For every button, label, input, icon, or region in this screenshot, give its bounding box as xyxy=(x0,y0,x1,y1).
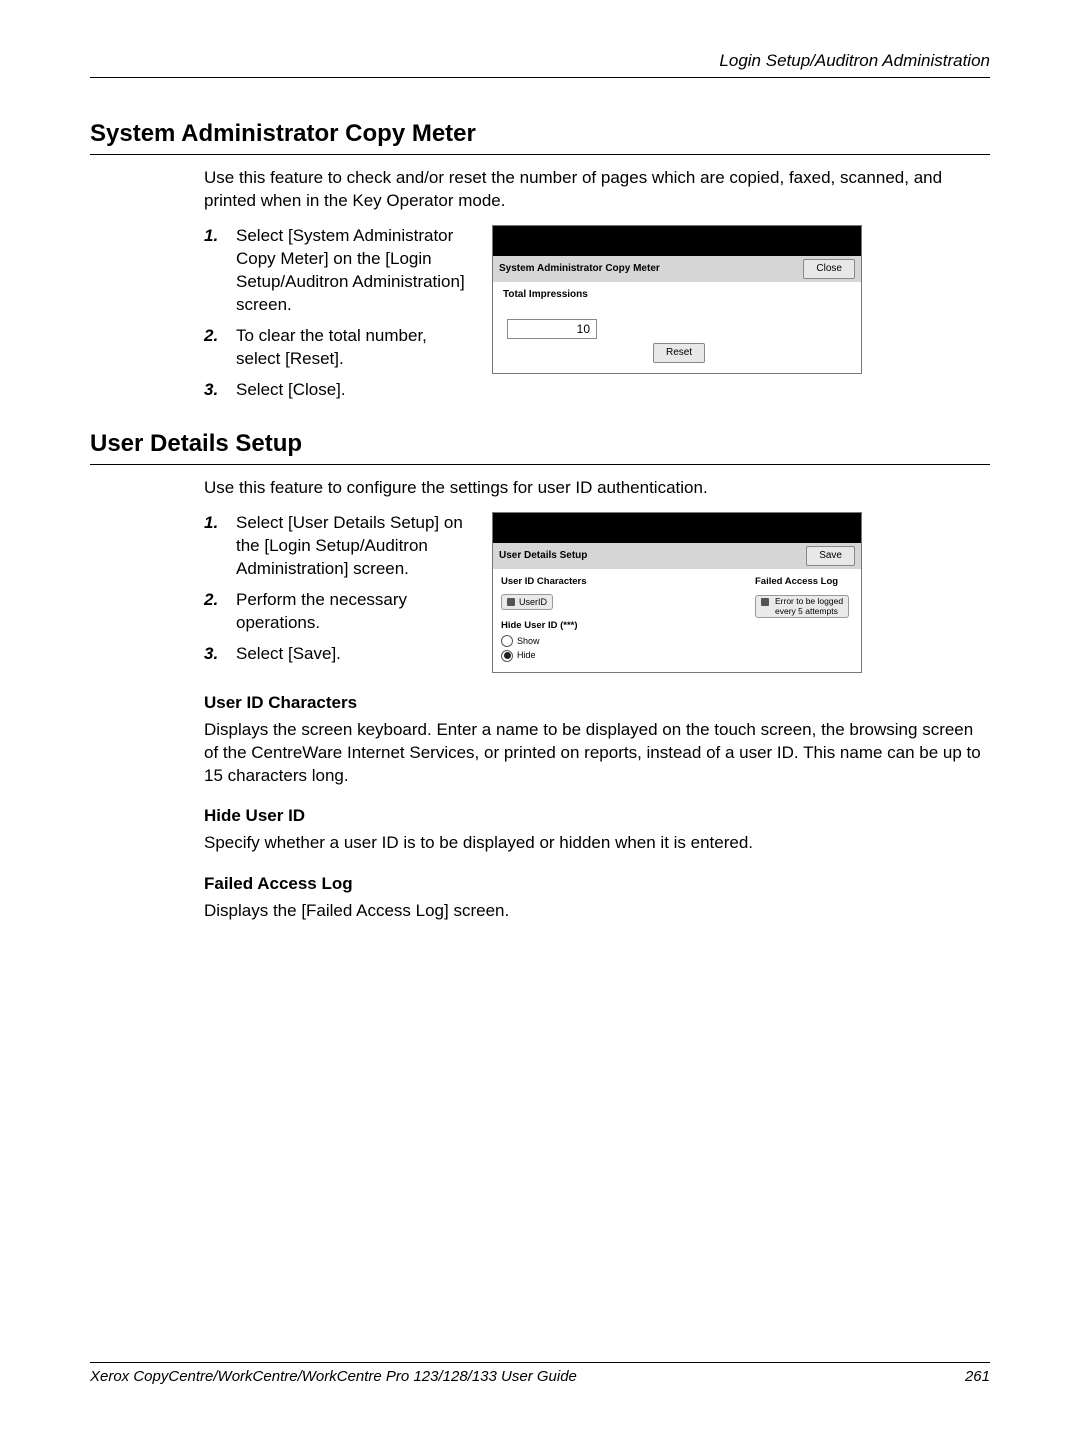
radio-hide-label: Hide xyxy=(517,649,536,661)
radio-icon xyxy=(501,635,513,647)
section1-step-1: Select [System Administrator Copy Meter]… xyxy=(204,225,474,317)
failed-access-log-label: Failed Access Log xyxy=(755,576,855,589)
userid-button[interactable]: UserID xyxy=(501,594,553,610)
body-fal: Displays the [Failed Access Log] screen. xyxy=(204,900,990,923)
section2-step-3: Select [Save]. xyxy=(204,643,474,666)
subheading-hide: Hide User ID xyxy=(204,805,990,828)
screenshot-title-2: User Details Setup xyxy=(499,549,587,563)
section2-steps: Select [User Details Setup] on the [Logi… xyxy=(204,512,474,666)
failed-access-button[interactable]: Error to be logged every 5 attempts xyxy=(755,595,849,618)
screenshot-topbar xyxy=(493,226,861,256)
square-icon xyxy=(507,598,515,606)
screenshot-user-details: User Details Setup Save User ID Characte… xyxy=(492,512,862,672)
radio-hide[interactable]: Hide xyxy=(501,649,747,661)
section2-intro: Use this feature to configure the settin… xyxy=(204,477,990,500)
page-footer: Xerox CopyCentre/WorkCentre/WorkCentre P… xyxy=(90,1362,990,1387)
screenshot-topbar-2 xyxy=(493,513,861,543)
userid-button-label: UserID xyxy=(519,596,547,608)
footer-page-number: 261 xyxy=(965,1367,990,1387)
square-icon-2 xyxy=(761,598,769,606)
section1-step-3: Select [Close]. xyxy=(204,379,474,402)
radio-show-label: Show xyxy=(517,635,540,647)
save-button[interactable]: Save xyxy=(806,546,855,566)
screenshot-title: System Administrator Copy Meter xyxy=(499,262,660,276)
section1-step-2: To clear the total number, select [Reset… xyxy=(204,325,474,371)
section1-intro: Use this feature to check and/or reset t… xyxy=(204,167,990,213)
section2-step-2: Perform the necessary operations. xyxy=(204,589,474,635)
screenshot-copy-meter: System Administrator Copy Meter Close To… xyxy=(492,225,862,374)
close-button[interactable]: Close xyxy=(803,259,855,279)
body-hide: Specify whether a user ID is to be displ… xyxy=(204,832,990,855)
failed-access-text: Error to be logged every 5 attempts xyxy=(773,597,843,616)
breadcrumb: Login Setup/Auditron Administration xyxy=(719,51,990,70)
section1-heading: System Administrator Copy Meter xyxy=(90,118,990,155)
footer-guide: Xerox CopyCentre/WorkCentre/WorkCentre P… xyxy=(90,1367,577,1387)
section2-heading: User Details Setup xyxy=(90,428,990,465)
subheading-fal: Failed Access Log xyxy=(204,873,990,896)
subheading-uid: User ID Characters xyxy=(204,692,990,715)
uid-characters-label: User ID Characters xyxy=(501,576,747,589)
total-impressions-field[interactable]: 10 xyxy=(507,319,597,339)
section1-steps: Select [System Administrator Copy Meter]… xyxy=(204,225,474,402)
fal-line2: every 5 attempts xyxy=(775,606,838,616)
radio-show[interactable]: Show xyxy=(501,635,747,647)
body-uid: Displays the screen keyboard. Enter a na… xyxy=(204,719,990,788)
radio-icon-filled xyxy=(501,650,513,662)
total-impressions-label: Total Impressions xyxy=(503,288,851,302)
section2-step-1: Select [User Details Setup] on the [Logi… xyxy=(204,512,474,581)
hide-userid-label: Hide User ID (***) xyxy=(501,620,747,633)
page-header: Login Setup/Auditron Administration xyxy=(90,50,990,78)
reset-button[interactable]: Reset xyxy=(653,343,705,363)
